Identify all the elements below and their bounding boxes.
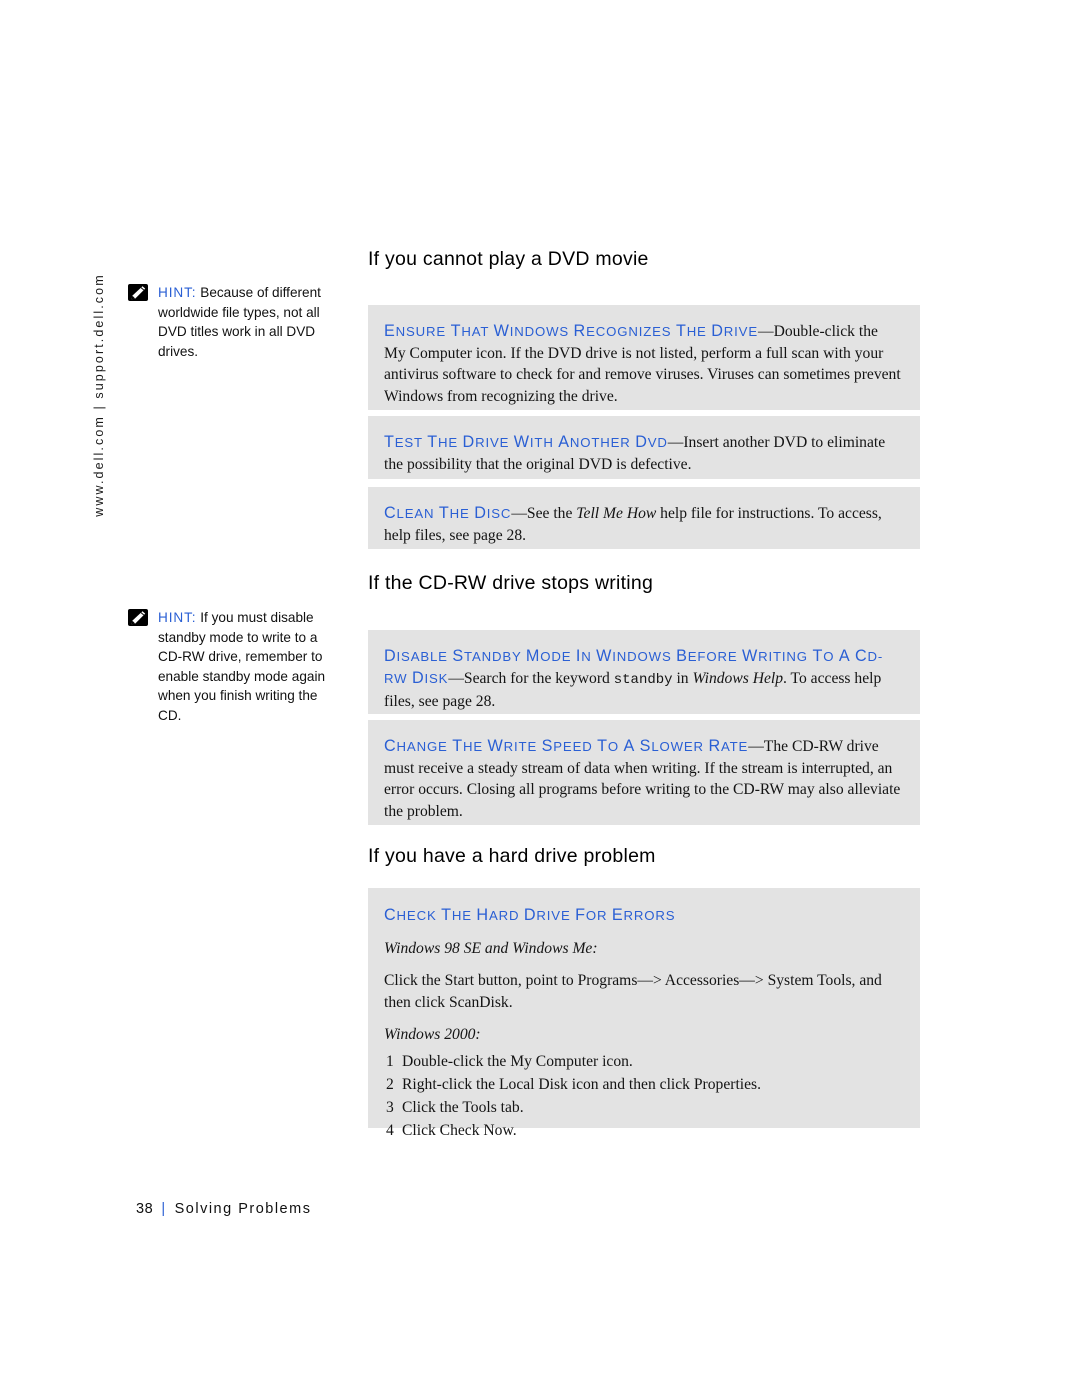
advice-paragraph: TEST THE DRIVE WITH ANOTHER DVD—Insert a…: [384, 432, 902, 475]
hint-note-dvd: HINT: Because of different worldwide fil…: [128, 283, 338, 361]
advice-lead-label: TEST THE DRIVE WITH ANOTHER DVD: [384, 433, 668, 451]
advice-lead-label: CHECK THE HARD DRIVE FOR ERRORS: [384, 906, 676, 924]
advice-dash: —: [448, 669, 464, 687]
hint-note-cdrw: HINT: If you must disable standby mode t…: [128, 608, 338, 726]
advice-dash: —: [511, 505, 527, 522]
advice-body-pre: See the: [526, 505, 577, 522]
hint-label: HINT:: [158, 610, 197, 625]
advice-dash: —: [667, 434, 684, 451]
pencil-note-icon: [128, 284, 148, 301]
advice-body-pre: Search for the keyword: [463, 669, 614, 687]
pencil-note-icon: [128, 609, 148, 626]
advice-lead-label: CLEAN THE DISC: [384, 504, 512, 522]
advice-paragraph: CLEAN THE DISC—See the Tell Me How help …: [384, 503, 902, 546]
hint-text: If you must disable standby mode to writ…: [158, 610, 326, 723]
advice-body-italic: Tell Me How: [576, 505, 657, 522]
advice-paragraph: CHANGE THE WRITE SPEED TO A SLOWER RATE—…: [384, 736, 902, 822]
section-heading-hard-drive: If you have a hard drive problem: [368, 845, 656, 867]
footer-page-number: 38: [136, 1201, 154, 1217]
step-text: Double-click the My Computer icon.: [402, 1052, 633, 1070]
advice-box-change-write-speed: CHANGE THE WRITE SPEED TO A SLOWER RATE—…: [368, 720, 920, 825]
advice-paragraph: DISABLE STANDBY MODE IN WINDOWS BEFORE W…: [384, 646, 902, 713]
advice-box-ensure-windows-recognizes-drive: ENSURE THAT WINDOWS RECOGNIZES THE DRIVE…: [368, 305, 920, 410]
advice-box-check-hard-drive-for-errors: CHECK THE HARD DRIVE FOR ERRORS Windows …: [368, 888, 920, 1139]
advice-body-italic: Windows Help: [692, 669, 784, 687]
hint-note-text: HINT: If you must disable standby mode t…: [158, 608, 338, 726]
advice-box-test-drive-another-dvd: TEST THE DRIVE WITH ANOTHER DVD—Insert a…: [368, 416, 920, 479]
footer-separator: |: [161, 1201, 167, 1217]
advice-lead-label: CHANGE THE WRITE SPEED TO A SLOWER RATE: [384, 737, 749, 755]
step-text: Click the Tools tab.: [402, 1098, 524, 1116]
section-heading-cdrw: If the CD-RW drive stops writing: [368, 572, 654, 594]
advice-subheading-win98: Windows 98 SE and Windows Me:: [384, 939, 598, 957]
list-item: 3 Click the Tools tab.: [384, 1096, 902, 1119]
list-item: 1 Double-click the My Computer icon.: [384, 1050, 902, 1073]
section-heading-dvd: If you cannot play a DVD movie: [368, 248, 649, 270]
advice-steps-list: 1 Double-click the My Computer icon. 2 Rig…: [384, 1050, 902, 1142]
advice-body-mid: in: [672, 669, 693, 687]
step-number: 4: [386, 1121, 394, 1139]
spine-url-block: www.dell.com | support.dell.com: [84, 250, 114, 540]
advice-box-disable-standby-mode: DISABLE STANDBY MODE IN WINDOWS BEFORE W…: [368, 630, 920, 714]
footer-section-title: Solving Problems: [174, 1201, 312, 1217]
step-number: 2: [386, 1075, 394, 1093]
list-item: 4 Click Check Now.: [384, 1119, 902, 1142]
advice-paragraph-win98: Click the Start button, point to Program…: [384, 972, 882, 1011]
advice-dash: —: [748, 738, 764, 755]
advice-subheading-win2000: Windows 2000:: [384, 1026, 481, 1043]
step-text: Click Check Now.: [402, 1121, 517, 1139]
advice-dash: —: [757, 323, 774, 340]
advice-box-clean-the-disc: CLEAN THE DISC—See the Tell Me How help …: [368, 487, 920, 549]
step-text: Right-click the Local Disk icon and then…: [402, 1075, 761, 1093]
advice-body-keyword: standby: [613, 671, 673, 688]
step-number: 1: [386, 1052, 394, 1070]
advice-paragraph: ENSURE THAT WINDOWS RECOGNIZES THE DRIVE…: [384, 321, 902, 407]
hint-label: HINT:: [158, 285, 197, 300]
page-footer: 38 | Solving Problems: [136, 1201, 311, 1217]
spine-url-text: www.dell.com | support.dell.com: [92, 273, 106, 517]
advice-lead-only: CHECK THE HARD DRIVE FOR ERRORS: [384, 905, 902, 927]
step-number: 3: [386, 1098, 394, 1116]
hint-note-text: HINT: Because of different worldwide fil…: [158, 283, 338, 361]
advice-lead-label: ENSURE THAT WINDOWS RECOGNIZES THE DRIVE: [384, 322, 758, 340]
document-page: www.dell.com | support.dell.com HINT: Be…: [0, 0, 1080, 1397]
list-item: 2 Right-click the Local Disk icon and the…: [384, 1073, 902, 1096]
